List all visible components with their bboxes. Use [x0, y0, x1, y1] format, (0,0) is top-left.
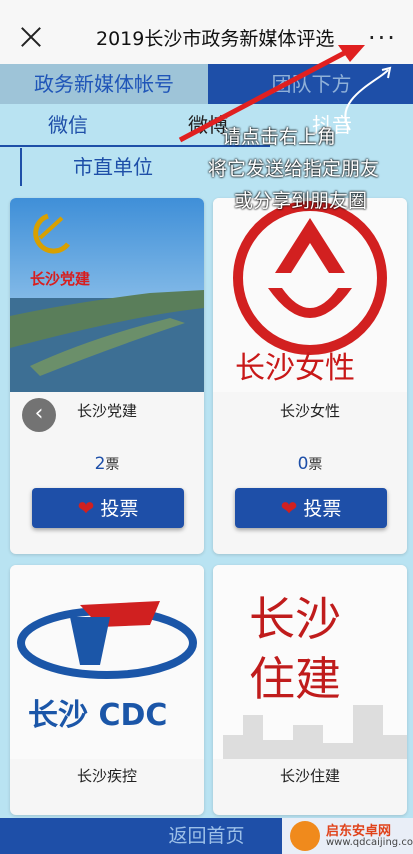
back-arrow-icon[interactable]: ‹	[22, 398, 56, 432]
vote-count-value: 2	[94, 454, 106, 474]
vote-unit: 票	[308, 457, 323, 473]
candidate-logo-cdc: 长沙 CDC	[10, 565, 204, 759]
watermark-url: www.qdcaijing.com	[326, 837, 413, 848]
logo-text-zhujian-1: 长沙	[249, 592, 341, 646]
candidate-card: 长沙 CDC 长沙疾控	[10, 565, 204, 815]
candidate-card: 长沙女性 长沙女性 0票 ❤ 投票	[213, 198, 407, 554]
tab-wechat[interactable]: 微信	[48, 104, 88, 146]
heart-icon: ❤	[280, 496, 298, 520]
candidate-name: 长沙住建	[279, 767, 340, 785]
share-hint-line-2: 将它发送给指定朋友	[208, 158, 380, 180]
candidate-logo-zhujian: 长沙 住建	[213, 565, 407, 759]
heart-icon: ❤	[77, 496, 95, 520]
candidate-card: 长沙 住建 长沙住建	[213, 565, 407, 815]
share-hint-arrow	[178, 45, 392, 143]
vote-button[interactable]: ❤ 投票	[235, 488, 387, 528]
logo-text-cdc: 长沙 CDC	[28, 698, 167, 733]
watermark: 启东安卓网 www.qdcaijing.com	[282, 818, 413, 854]
candidate-logo-dangjian: 长沙党建	[10, 198, 204, 392]
watermark-logo-icon	[290, 821, 320, 851]
share-hint-line-1: 请点击右上角	[222, 126, 337, 148]
vote-count: 0票	[213, 454, 407, 474]
vote-button-label: 投票	[303, 498, 342, 520]
share-hint-line-3: 或分享到朋友圈	[234, 190, 368, 212]
logo-text-women: 长沙女性	[235, 351, 355, 386]
candidate-name: 长沙疾控	[76, 767, 137, 785]
candidate-card: 长沙党建 长沙党建 2票 ❤ 投票	[10, 198, 204, 554]
close-icon[interactable]	[18, 24, 44, 50]
vote-count: 2票	[10, 454, 204, 474]
candidate-logo-women: 长沙女性	[213, 198, 407, 392]
vote-button-label: 投票	[100, 498, 139, 520]
logo-text-zhujian-2: 住建	[249, 652, 341, 706]
logo-text-dangjian: 长沙党建	[30, 270, 91, 288]
vote-button[interactable]: ❤ 投票	[32, 488, 184, 528]
vote-unit: 票	[105, 457, 120, 473]
candidate-name: 长沙女性	[279, 402, 340, 420]
vote-count-value: 0	[297, 454, 309, 474]
